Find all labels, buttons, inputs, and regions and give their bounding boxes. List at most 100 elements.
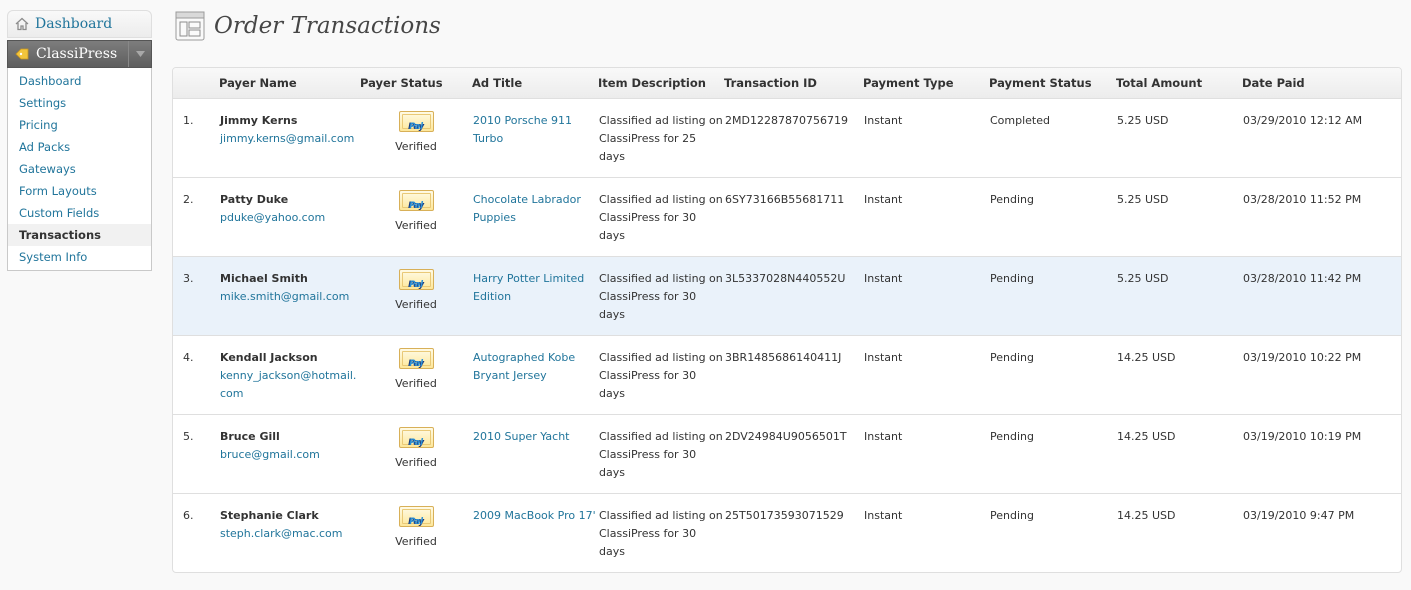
sidebar-item-ad-packs[interactable]: Ad Packs xyxy=(8,136,151,158)
sidebar-item-system-info[interactable]: System Info xyxy=(8,246,151,268)
payer-email-link[interactable]: steph.clark@mac.com xyxy=(220,527,343,540)
row-number: 5. xyxy=(183,429,194,443)
payment-type: Instant xyxy=(864,350,903,364)
tag-icon xyxy=(15,48,29,60)
column-header-index xyxy=(173,68,219,99)
menu-dashboard[interactable]: Dashboard xyxy=(7,10,152,38)
column-header-transaction-id: Transaction ID xyxy=(724,68,863,99)
ad-title-link[interactable]: 2010 Porsche 911 Turbo xyxy=(473,114,572,145)
paypal-badge-pal: Pal xyxy=(409,516,423,527)
ad-title-cell: Autographed Kobe Bryant Jersey xyxy=(472,335,598,414)
menu-classipress-label: ClassiPress xyxy=(36,46,118,62)
payer-status-cell: Pay Pal Verified xyxy=(360,177,472,256)
payer-name: Jimmy Kerns xyxy=(220,113,298,127)
payer-name: Patty Duke xyxy=(220,192,289,206)
ad-title-cell: 2010 Porsche 911 Turbo xyxy=(472,98,598,177)
payer-cell: Stephanie Clark steph.clark@mac.com xyxy=(219,493,360,572)
transaction-id: 2DV24984U9056501T xyxy=(725,429,847,443)
date-paid: 03/19/2010 9:47 PM xyxy=(1243,508,1355,522)
page-title: Order Transactions xyxy=(214,13,441,39)
payer-email-link[interactable]: jimmy.kerns@gmail.com xyxy=(220,132,354,145)
payment-status: Pending xyxy=(990,350,1034,364)
transaction-id: 2MD12287870756719 xyxy=(725,113,848,127)
payer-cell: Michael Smith mike.smith@gmail.com xyxy=(219,256,360,335)
transaction-id: 6SY73166B55681711 xyxy=(725,192,845,206)
total-amount: 5.25 USD xyxy=(1117,113,1169,127)
item-description: Classified ad listing on ClassiPress for… xyxy=(599,508,723,558)
payer-status-label: Verified xyxy=(395,297,437,311)
table-header-row: Payer Name Payer Status Ad Title Item Descr… xyxy=(173,68,1401,99)
payer-status-cell: Pay Pal Verified xyxy=(360,256,472,335)
ad-title-link[interactable]: Autographed Kobe Bryant Jersey xyxy=(473,351,575,382)
transactions-table: Payer Name Payer Status Ad Title Item Descr… xyxy=(172,67,1402,573)
payer-name: Michael Smith xyxy=(220,271,308,285)
classipress-submenu: Dashboard Settings Pricing Ad Packs Gateways… xyxy=(0,68,152,271)
payer-status-cell: Pay Pal Verified xyxy=(360,414,472,493)
payer-status-label: Verified xyxy=(395,218,437,232)
column-header-payment-type: Payment Type xyxy=(863,68,989,99)
paypal-badge-pal: Pal xyxy=(409,279,423,290)
page-layout-icon xyxy=(175,11,205,41)
payment-type: Instant xyxy=(864,192,903,206)
table-row: 2. Patty Duke pduke@yahoo.com Pay Pal Verifie… xyxy=(173,177,1401,256)
transaction-id: 3L5337028N440552U xyxy=(725,271,846,285)
column-header-payer-name: Payer Name xyxy=(219,68,360,99)
payer-cell: Patty Duke pduke@yahoo.com xyxy=(219,177,360,256)
payer-status-cell: Pay Pal Verified xyxy=(360,335,472,414)
sidebar-item-custom-fields[interactable]: Custom Fields xyxy=(8,202,151,224)
payment-type: Instant xyxy=(864,113,903,127)
table-row: 4. Kendall Jackson kenny_jackson@hotmail.c… xyxy=(173,335,1401,414)
ad-title-cell: Chocolate Labrador Puppies xyxy=(472,177,598,256)
sidebar-item-gateways[interactable]: Gateways xyxy=(8,158,151,180)
sidebar-item-pricing[interactable]: Pricing xyxy=(8,114,151,136)
date-paid: 03/19/2010 10:22 PM xyxy=(1243,350,1362,364)
paypal-badge-pal: Pal xyxy=(409,358,423,369)
sidebar-item-transactions[interactable]: Transactions xyxy=(0,224,151,246)
column-header-payment-status: Payment Status xyxy=(989,68,1116,99)
payment-type: Instant xyxy=(864,429,903,443)
date-paid: 03/29/2010 12:12 AM xyxy=(1243,113,1363,127)
item-description: Classified ad listing on ClassiPress for… xyxy=(599,271,723,321)
sidebar-item-dashboard[interactable]: Dashboard xyxy=(8,70,151,92)
menu-dashboard-label: Dashboard xyxy=(35,16,113,32)
table-row: 6. Stephanie Clark steph.clark@mac.com Pay P… xyxy=(173,493,1401,572)
payment-type: Instant xyxy=(864,271,903,285)
sidebar-item-form-layouts[interactable]: Form Layouts xyxy=(8,180,151,202)
payer-email-link[interactable]: bruce@gmail.com xyxy=(220,448,320,461)
payer-email-link[interactable]: mike.smith@gmail.com xyxy=(220,290,349,303)
ad-title-cell: 2010 Super Yacht xyxy=(472,414,598,493)
ad-title-link[interactable]: 2009 MacBook Pro 17' xyxy=(473,509,596,522)
paypal-badge-icon: Pay Pal xyxy=(398,347,434,369)
payer-status-cell: Pay Pal Verified xyxy=(360,493,472,572)
total-amount: 14.25 USD xyxy=(1117,429,1176,443)
ad-title-cell: 2009 MacBook Pro 17' xyxy=(472,493,598,572)
transaction-id: 3BR1485686140411J xyxy=(725,350,842,364)
date-paid: 03/28/2010 11:52 PM xyxy=(1243,192,1362,206)
payment-type: Instant xyxy=(864,508,903,522)
item-description: Classified ad listing on ClassiPress for… xyxy=(599,113,723,163)
row-number: 3. xyxy=(183,271,194,285)
column-header-total-amount: Total Amount xyxy=(1116,68,1242,99)
page-header: Order Transactions xyxy=(175,11,441,41)
item-description: Classified ad listing on ClassiPress for… xyxy=(599,192,723,242)
payer-cell: Jimmy Kerns jimmy.kerns@gmail.com xyxy=(219,98,360,177)
home-icon xyxy=(15,17,29,31)
paypal-badge-icon: Pay Pal xyxy=(398,505,434,527)
payment-status: Pending xyxy=(990,429,1034,443)
ad-title-link[interactable]: Harry Potter Limited Edition xyxy=(473,272,584,303)
total-amount: 14.25 USD xyxy=(1117,350,1176,364)
payer-status-label: Verified xyxy=(395,455,437,469)
paypal-badge-icon: Pay Pal xyxy=(398,110,434,132)
payer-email-link[interactable]: kenny_jackson@hotmail.com xyxy=(220,369,356,400)
table-row: 3. Michael Smith mike.smith@gmail.com Pay Pa… xyxy=(173,256,1401,335)
ad-title-link[interactable]: Chocolate Labrador Puppies xyxy=(473,193,581,224)
payer-email-link[interactable]: pduke@yahoo.com xyxy=(220,211,325,224)
menu-classipress[interactable]: ClassiPress xyxy=(7,40,152,68)
menu-toggle-button[interactable] xyxy=(128,41,151,67)
row-number: 6. xyxy=(183,508,194,522)
payer-status-cell: Pay Pal Verified xyxy=(360,98,472,177)
sidebar-item-settings[interactable]: Settings xyxy=(8,92,151,114)
payment-status: Pending xyxy=(990,508,1034,522)
ad-title-link[interactable]: 2010 Super Yacht xyxy=(473,430,570,443)
row-number: 4. xyxy=(183,350,194,364)
